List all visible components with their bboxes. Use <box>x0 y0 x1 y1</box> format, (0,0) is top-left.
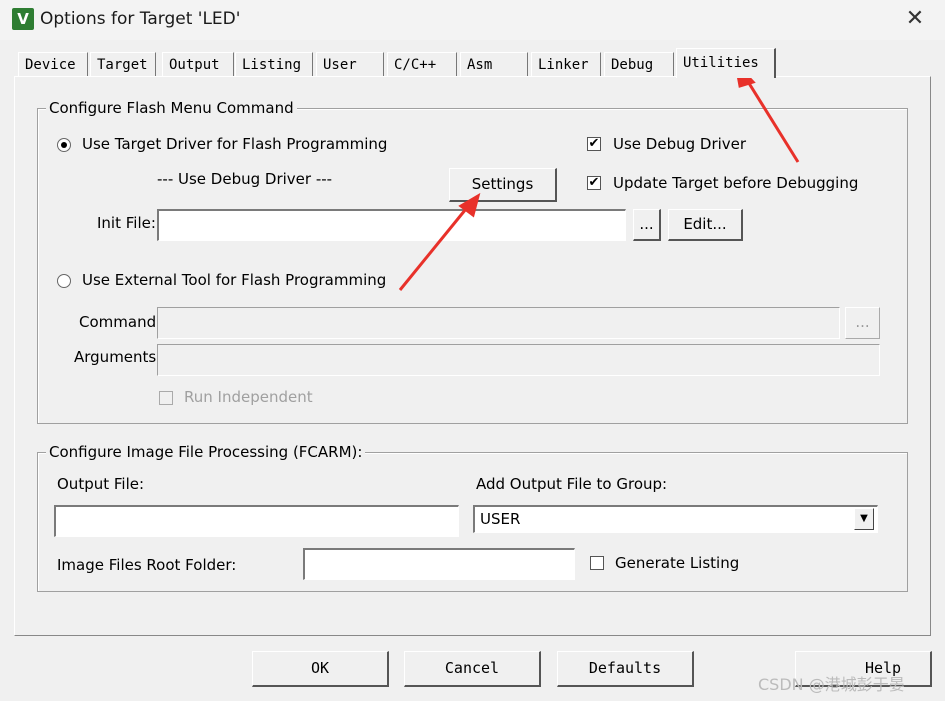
arrow-to-settings-button <box>398 203 472 291</box>
arrow-to-utilities-tab <box>740 71 800 163</box>
annotation-arrows <box>398 59 800 291</box>
tab-utilities[interactable]: Utilities <box>676 48 776 78</box>
